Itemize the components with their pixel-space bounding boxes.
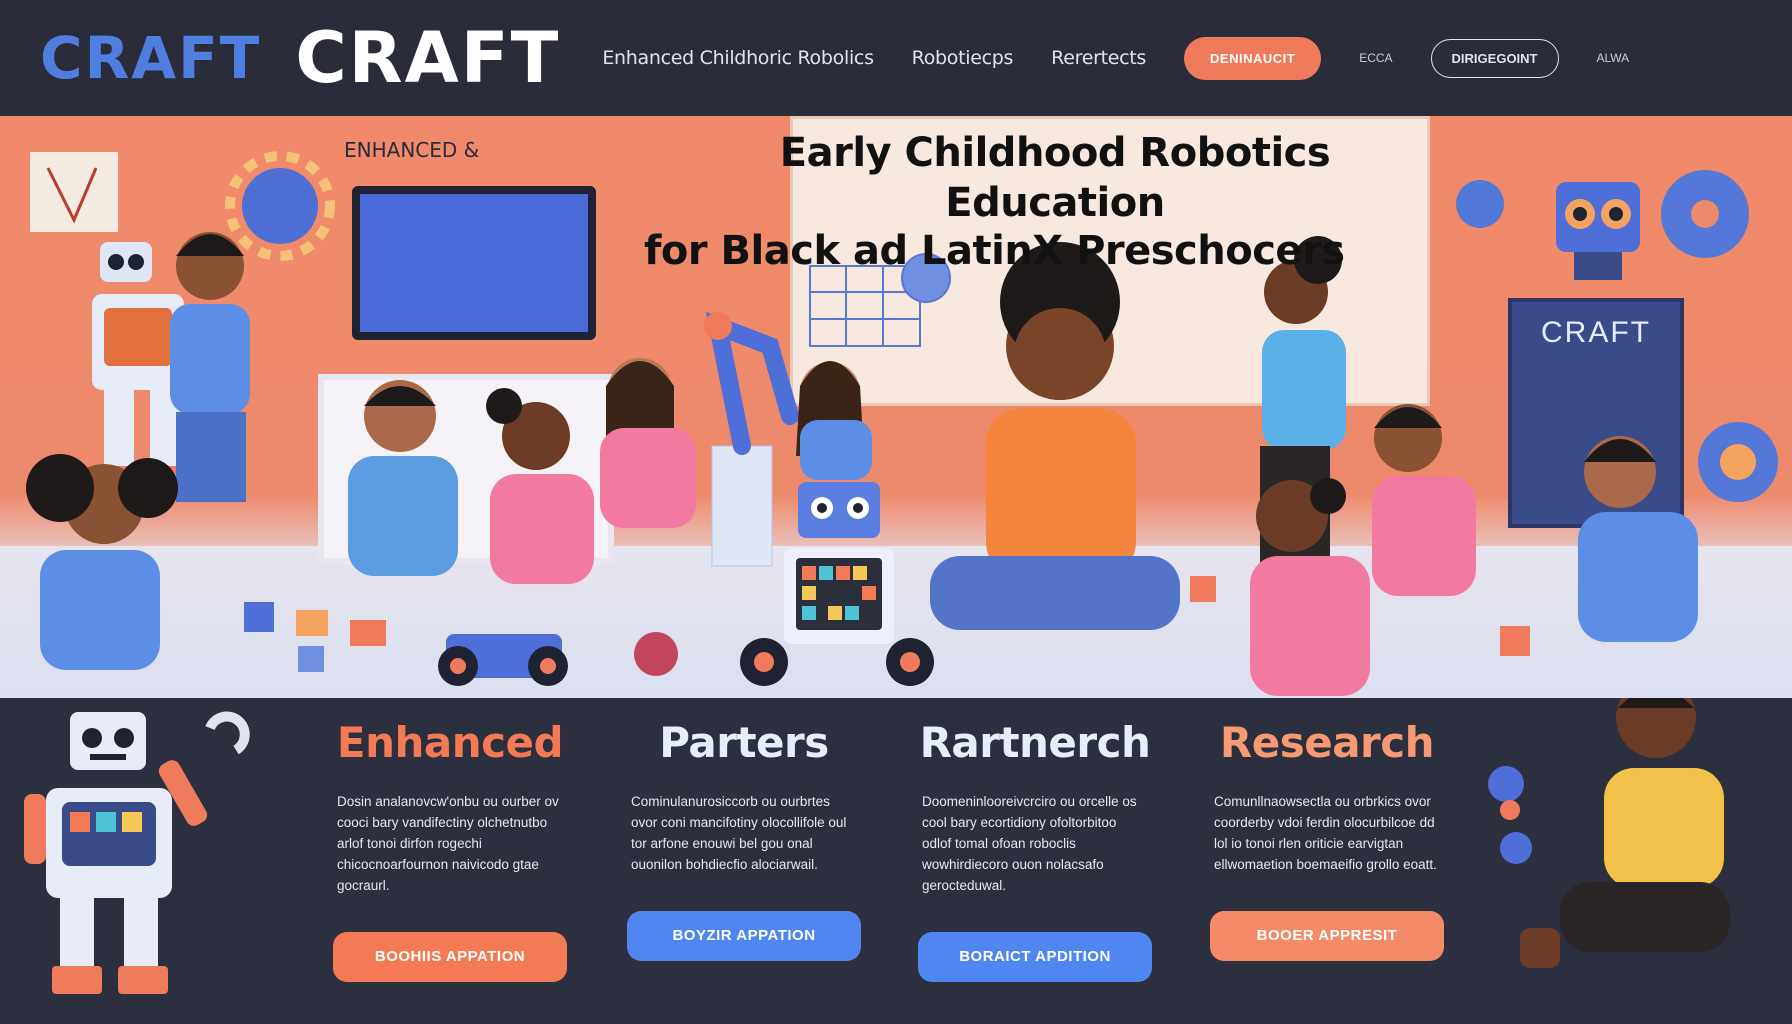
- card-body: Doomeninlooreivcrciro ou orcelle os cool…: [922, 794, 1137, 893]
- child-figure: [1520, 698, 1730, 968]
- robot-mascot: [24, 711, 250, 994]
- child-figure: [26, 454, 178, 670]
- cards-illustration: [24, 698, 1730, 994]
- child-figure: [796, 361, 872, 480]
- card-title: Research: [1219, 718, 1435, 767]
- card-booking-button[interactable]: BORAICT APDITION: [918, 932, 1152, 982]
- gear-icon: [1661, 170, 1749, 258]
- main-nav: Enhanced Childhoric Robolics Robotiecps …: [602, 36, 1630, 80]
- logo-primary[interactable]: CRAFT: [40, 24, 261, 92]
- feature-card-parters: Parters Cominulanurosiccorb ou ourbrtes …: [617, 718, 871, 961]
- card-booking-button[interactable]: BOYZIR APPATION: [627, 911, 861, 961]
- gear-icon: [1456, 180, 1504, 228]
- hero-title-line2: for Black ad LatinX Preschocers: [644, 228, 1345, 274]
- hero-banner: CRAFT ENHANCED & Early Childhood Robotic…: [0, 116, 1792, 698]
- child-figure: [486, 388, 594, 584]
- card-body: Cominulanurosiccorb ou ourbrtes ovor con…: [631, 794, 847, 872]
- card-booking-button[interactable]: BOOHIIS APPATION: [333, 932, 567, 982]
- wrench-icon: [205, 711, 250, 755]
- card-title: Parters: [659, 718, 829, 767]
- feature-card-enhanced: Enhanced Dosin analanovcw'onbu ou ourber…: [323, 718, 577, 982]
- toy-ball: [634, 632, 678, 676]
- feature-card-rartnerch: Rartnerch Doomeninlooreivcrciro ou orcel…: [908, 718, 1162, 982]
- child-figure: [348, 380, 458, 576]
- header-cta-button[interactable]: DENINAUCIT: [1184, 36, 1322, 80]
- top-nav-bar: CRAFT CRAFT Enhanced Childhoric Robolics…: [0, 0, 1792, 116]
- toy-car: [438, 634, 568, 686]
- nav-link-ecca[interactable]: ECCA: [1359, 51, 1392, 65]
- card-title: Enhanced: [336, 718, 564, 767]
- nav-link-robotics[interactable]: Enhanced Childhoric Robolics: [602, 47, 874, 69]
- nav-link-rerertects[interactable]: Rerertects: [1051, 47, 1146, 69]
- child-figure: [600, 358, 696, 528]
- hero-title-line1: Early Childhood Robotics Education: [779, 130, 1331, 226]
- robot-right: [1556, 182, 1640, 280]
- feature-cards-section: Enhanced Dosin analanovcw'onbu ou ourber…: [0, 698, 1792, 1024]
- hero-title: Early Childhood Robotics Education for B…: [640, 128, 1430, 274]
- card-body: Dosin analanovcw'onbu ou ourber ov cooci…: [337, 794, 559, 893]
- child-figure: [1372, 404, 1476, 596]
- logo-secondary[interactable]: CRAFT: [295, 17, 560, 99]
- gear-icon: [1488, 766, 1532, 864]
- gear-icon: [1698, 422, 1778, 502]
- nav-link-robotiecps[interactable]: Robotiecps: [912, 47, 1014, 69]
- child-figure: [930, 242, 1180, 630]
- child-figure: [170, 232, 250, 502]
- header-outline-button[interactable]: DIRIGEGOINT: [1430, 38, 1559, 78]
- card-booking-button[interactable]: BOOER APPRESIT: [1210, 911, 1444, 961]
- gear-icon: [225, 151, 335, 261]
- hero-tag: ENHANCED &: [344, 138, 480, 162]
- robot-arm: [704, 311, 799, 567]
- card-body: Comunllnaowsectla ou orbrkics ovor coord…: [1214, 794, 1437, 872]
- child-figure: [1250, 478, 1370, 696]
- card-title: Rartnerch: [919, 718, 1151, 767]
- child-figure: [1578, 436, 1698, 642]
- feature-card-research: Research Comunllnaowsectla ou orbrkics o…: [1200, 718, 1454, 961]
- nav-link-alwa[interactable]: ALWA: [1597, 51, 1630, 65]
